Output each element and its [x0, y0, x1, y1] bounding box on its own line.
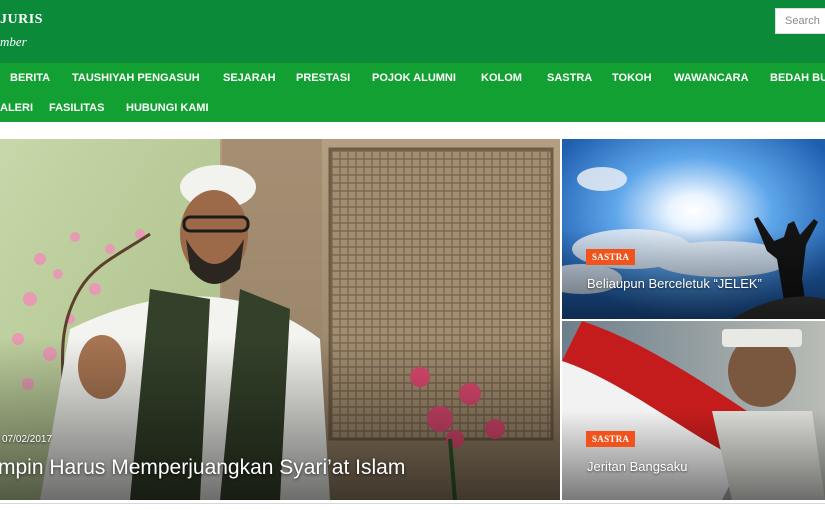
nav-item-kolom[interactable]: KOLOM	[481, 72, 522, 84]
featured-article-date: 07/02/2017	[2, 434, 53, 445]
nav-item-pojok-alumni[interactable]: POJOK ALUMNI	[372, 72, 456, 84]
nav-item-fasilitas[interactable]: FASILITAS	[49, 102, 104, 114]
side-article-title[interactable]: Beliaupun Berceletuk “JELEK”	[587, 276, 762, 291]
featured-article-card[interactable]	[0, 139, 560, 500]
main-nav: BERITA TAUSHIYAH PENGASUH SEJARAH PRESTA…	[0, 63, 825, 122]
category-badge[interactable]: SASTRA	[586, 249, 636, 265]
nav-item-sejarah[interactable]: SEJARAH	[223, 72, 276, 84]
site-logo-subtitle[interactable]: mber	[0, 34, 27, 50]
search-box[interactable]	[775, 8, 825, 34]
site-logo[interactable]: JURIS	[0, 12, 43, 28]
nav-item-taushiyah-pengasuh[interactable]: TAUSHIYAH PENGASUH	[72, 72, 200, 84]
category-badge[interactable]: SASTRA	[586, 431, 636, 447]
nav-item-bedah-buku[interactable]: BEDAH BU	[770, 72, 825, 84]
side-article-title[interactable]: Jeritan Bangsaku	[587, 459, 687, 474]
search-input[interactable]	[776, 9, 825, 33]
side-article-image	[562, 139, 825, 319]
nav-item-hubungi-kami[interactable]: HUBUNGI KAMI	[126, 102, 209, 114]
featured-article-image	[0, 139, 560, 500]
nav-item-sastra[interactable]: SASTRA	[547, 72, 592, 84]
nav-item-galeri[interactable]: ALERI	[0, 102, 33, 114]
nav-item-berita[interactable]: BERITA	[10, 72, 50, 84]
nav-item-prestasi[interactable]: PRESTASI	[296, 72, 350, 84]
nav-item-tokoh[interactable]: TOKOH	[612, 72, 652, 84]
featured-article-title[interactable]: mpin Harus Memperjuangkan Syari’at Islam	[0, 456, 405, 480]
side-article-card[interactable]	[562, 139, 825, 319]
site-header: JURIS mber	[0, 0, 825, 63]
nav-item-wawancara[interactable]: WAWANCARA	[674, 72, 749, 84]
divider	[0, 503, 825, 504]
